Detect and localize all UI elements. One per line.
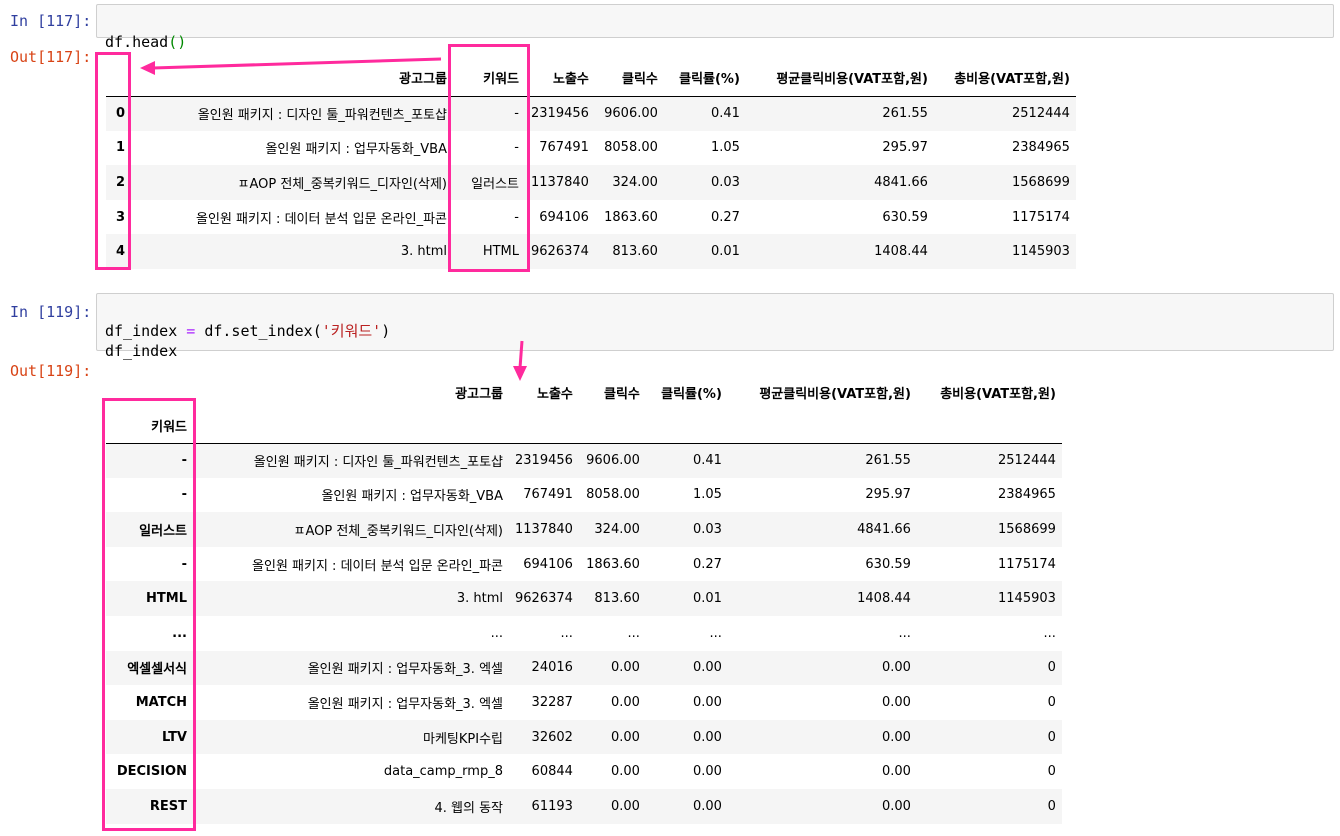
arrowhead-left-icon	[140, 61, 155, 75]
arrow-down	[518, 340, 524, 369]
annotation-arrows	[140, 57, 527, 381]
arrowhead-down-icon	[513, 366, 527, 381]
arrow-to-index	[152, 57, 442, 70]
